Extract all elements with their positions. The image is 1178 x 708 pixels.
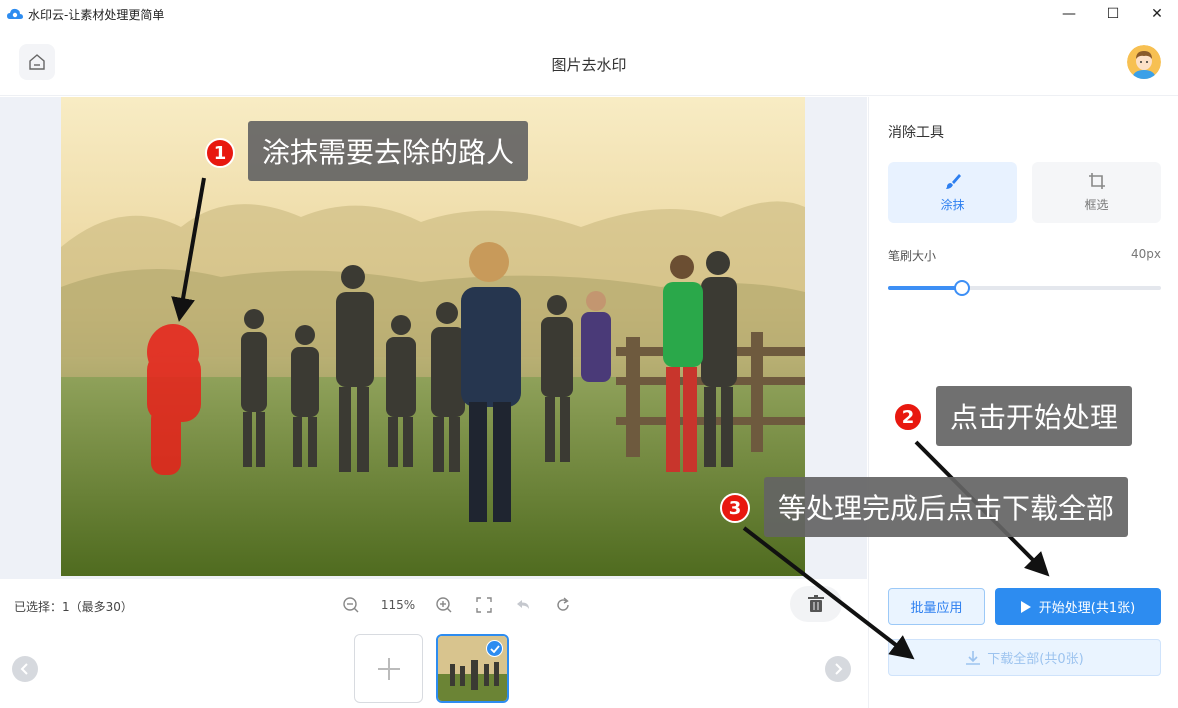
avatar[interactable] [1127, 45, 1161, 79]
start-process-button[interactable]: 开始处理(共1张) [995, 588, 1161, 625]
fullscreen-button[interactable] [473, 594, 495, 616]
tool-smear-label: 涂抹 [940, 198, 965, 212]
batch-apply-button[interactable]: 批量应用 [888, 588, 985, 625]
user-avatar-icon [1127, 45, 1161, 79]
zoom-out-button[interactable] [340, 594, 362, 616]
undo-button[interactable] [512, 594, 534, 616]
prev-page-button[interactable] [12, 656, 38, 682]
batch-apply-label: 批量应用 [910, 601, 963, 616]
app-title: 水印云-让素材处理更简单 [28, 8, 165, 22]
chevron-right-icon [835, 663, 843, 675]
zoom-in-button[interactable] [433, 594, 455, 616]
crop-icon [1088, 173, 1105, 189]
callout-3: 等处理完成后点击下载全部 [764, 477, 1129, 537]
delete-button[interactable] [790, 586, 842, 622]
selected-check-icon [486, 640, 503, 657]
minimize-button[interactable]: — [1046, 0, 1092, 28]
page-title: 图片去水印 [551, 56, 627, 74]
image-thumbnail[interactable] [436, 634, 509, 703]
step-badge-2: 2 [893, 402, 923, 432]
play-icon [1020, 600, 1031, 613]
download-all-button[interactable]: 下载全部(共0张) [888, 639, 1161, 676]
maximize-button[interactable]: ☐ [1090, 0, 1136, 28]
undo-icon [517, 600, 529, 609]
reset-button[interactable] [552, 594, 574, 616]
minimize-icon: — [1062, 6, 1076, 22]
chevron-left-icon [20, 663, 28, 675]
tool-box-select-button[interactable]: 框选 [1032, 162, 1161, 223]
callout-1-text: 涂抹需要去除的路人 [262, 136, 515, 169]
trash-icon [808, 595, 824, 612]
tool-box-label: 框选 [1084, 198, 1109, 212]
step-badge-3: 3 [720, 493, 750, 523]
download-all-label: 下载全部(共0张) [987, 652, 1084, 667]
callout-1: 涂抹需要去除的路人 [248, 121, 529, 181]
plus-icon [377, 657, 400, 680]
tool-smear-button[interactable]: 涂抹 [888, 162, 1017, 223]
download-icon [966, 650, 981, 665]
zoom-level: 115% [380, 598, 416, 612]
zoom-out-icon [343, 597, 359, 613]
page-header: 图片去水印 [0, 28, 1178, 96]
app-logo-icon [7, 8, 23, 19]
brush-size-slider-fill [888, 286, 962, 290]
callout-3-text: 等处理完成后点击下载全部 [778, 492, 1115, 525]
reset-icon [557, 597, 569, 611]
panel-title: 消除工具 [888, 125, 944, 141]
maximize-icon: ☐ [1106, 6, 1120, 22]
callout-2-text: 点击开始处理 [950, 401, 1119, 434]
start-process-label: 开始处理(共1张) [1038, 601, 1136, 616]
selected-count: 已选择：1（最多30） [14, 600, 133, 614]
zoom-in-icon [436, 597, 452, 613]
add-image-button[interactable] [354, 634, 423, 703]
close-button[interactable]: ✕ [1134, 0, 1178, 28]
callout-2: 点击开始处理 [936, 386, 1133, 446]
close-icon: ✕ [1151, 6, 1163, 22]
brush-size-value: 40px [1131, 247, 1161, 261]
brush-size-slider-handle[interactable] [954, 280, 970, 296]
fullscreen-icon [476, 597, 492, 613]
next-page-button[interactable] [825, 656, 851, 682]
brush-size-label: 笔刷大小 [888, 249, 937, 263]
title-bar: 水印云-让素材处理更简单 — ☐ ✕ [0, 0, 1178, 28]
step-badge-1: 1 [205, 138, 235, 168]
brush-icon [945, 174, 961, 189]
